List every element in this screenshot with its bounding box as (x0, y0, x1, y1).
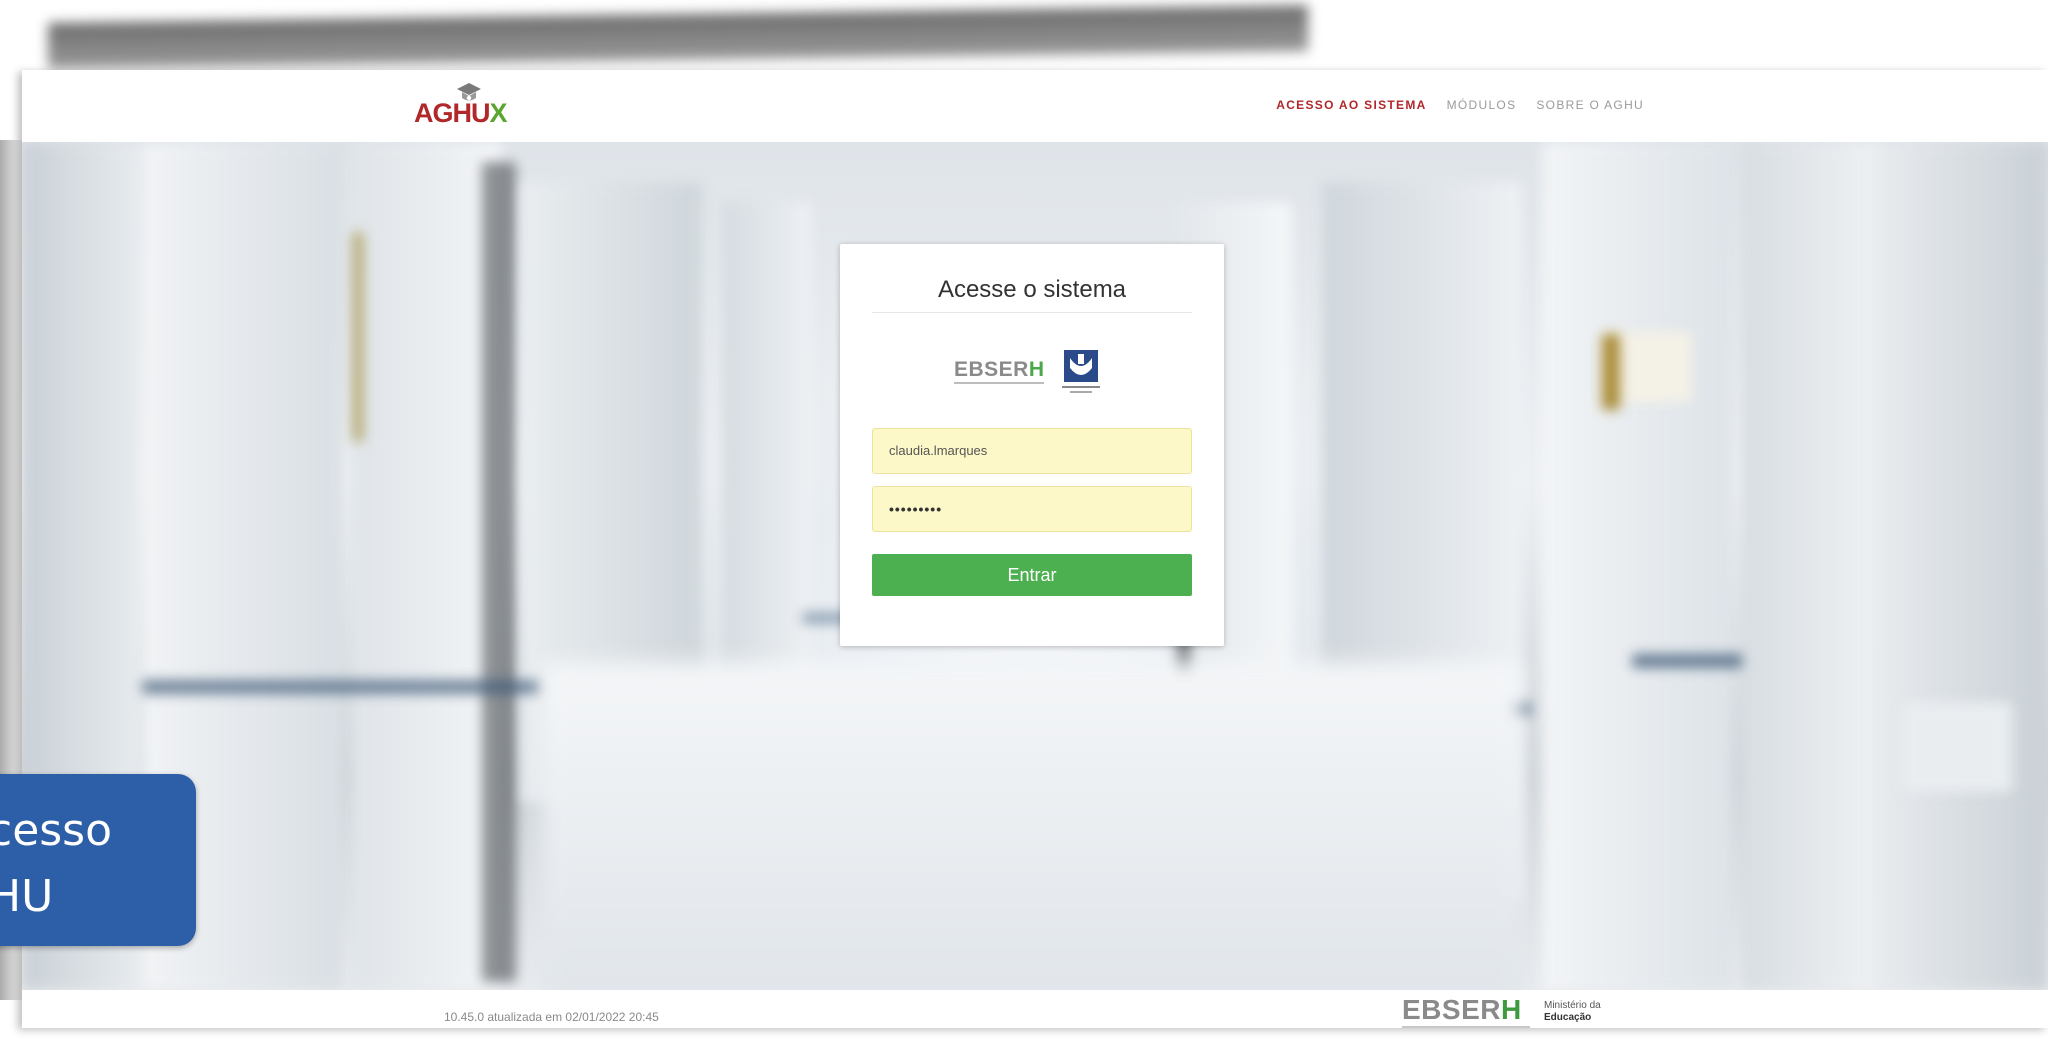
login-title: Acesse o sistema (937, 276, 1127, 303)
version-info: 10.45.0 atualizada em 02/01/2022 20:45 (444, 1010, 659, 1024)
hospital-clinicas-logo-icon (1062, 350, 1100, 393)
nav-sobre-o-aghu[interactable]: SOBRE O AGHU (1536, 98, 1644, 112)
ministerio-line2: Educação (1544, 1012, 1592, 1023)
logo-text-accent: X (489, 98, 508, 128)
ebserh-tagline-line (954, 382, 1044, 384)
window-shadow-top (48, 5, 1308, 69)
slide-caption-box: cesso HU (0, 774, 196, 946)
ebserh-logo-text: EBSER (954, 358, 1029, 381)
logo-text-main: AGHU (414, 98, 490, 128)
username-input[interactable]: claudia.lmarques (872, 428, 1192, 474)
ministerio-educacao-logo: Ministério da Educação (1544, 1000, 1601, 1024)
slide-caption-line2: HU (0, 871, 54, 922)
ebserh-logo-accent: H (1028, 358, 1045, 381)
slide-caption-line1: cesso (0, 805, 113, 856)
logo-text: AGHUX (414, 98, 508, 129)
login-card: Acesse o sistema EBSERH claudia.lmarques… (840, 244, 1224, 646)
site-footer: 10.45.0 atualizada em 02/01/2022 20:45 E… (22, 990, 2048, 1028)
footer-brand-logos: EBSERH Ministério da Educação (1402, 994, 1602, 1034)
slide-caption-text: cesso HU (0, 798, 112, 930)
footer-ebserh-tagline-line (1402, 1026, 1530, 1028)
footer-ebserh-text: EBSER (1402, 994, 1501, 1025)
browser-page: AGHUX ACESSO AO SISTEMA MÓDULOS SOBRE O … (22, 70, 2048, 1028)
hero-background-image: Acesse o sistema EBSERH claudia.lmarques… (22, 142, 2048, 990)
password-input[interactable]: ••••••••• (872, 486, 1192, 532)
site-header: AGHUX ACESSO AO SISTEMA MÓDULOS SOBRE O … (22, 70, 2048, 143)
main-nav: ACESSO AO SISTEMA MÓDULOS SOBRE O AGHU (1276, 98, 1644, 112)
aghux-logo[interactable]: AGHUX (414, 82, 524, 134)
nav-acesso-ao-sistema[interactable]: ACESSO AO SISTEMA (1276, 98, 1426, 112)
footer-ebserh-logo: EBSERH (1402, 994, 1522, 1026)
title-divider (872, 312, 1192, 313)
footer-ebserh-accent: H (1500, 994, 1522, 1025)
login-brand-logos: EBSERH (954, 348, 1114, 396)
nav-modulos[interactable]: MÓDULOS (1447, 98, 1517, 112)
ebserh-logo: EBSERH (954, 358, 1045, 382)
entrar-button[interactable]: Entrar (872, 554, 1192, 596)
ministerio-line1: Ministério da (1544, 1000, 1601, 1011)
